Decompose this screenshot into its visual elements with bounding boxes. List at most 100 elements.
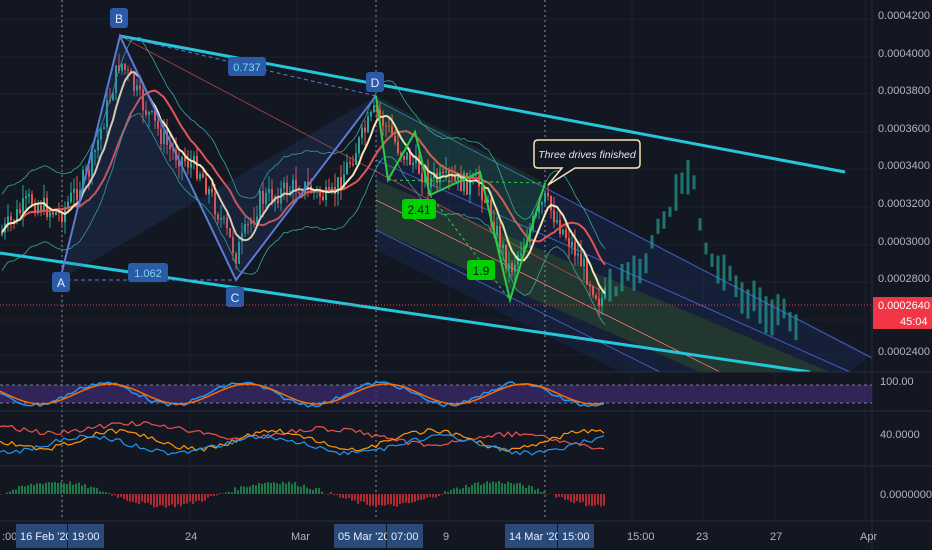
histogram-bar bbox=[462, 488, 464, 494]
projected-candle bbox=[662, 211, 666, 229]
abcd-pattern bbox=[59, 33, 377, 282]
histogram-bar bbox=[465, 484, 467, 494]
candle-body bbox=[577, 253, 579, 256]
histogram-bar bbox=[240, 486, 242, 494]
candle-body bbox=[541, 202, 543, 205]
histogram-bar bbox=[264, 482, 266, 494]
candle-body bbox=[547, 192, 549, 197]
svg-text:100.00: 100.00 bbox=[880, 376, 914, 388]
histogram-bar bbox=[576, 494, 578, 501]
histogram-bar bbox=[177, 494, 179, 505]
histogram-bar bbox=[450, 489, 452, 494]
histogram-bar bbox=[543, 491, 545, 494]
histogram-bar bbox=[369, 494, 371, 507]
histogram-bar bbox=[435, 494, 437, 498]
trading-chart[interactable]: B A C D 0.737 1.062 2.41 1.9 Three drive… bbox=[0, 0, 932, 550]
projected-candle bbox=[710, 253, 714, 267]
histogram-bar bbox=[441, 494, 443, 495]
ratio-label-drive2: 1.9 bbox=[467, 260, 495, 280]
histogram-bar bbox=[579, 494, 581, 503]
svg-text:0.0002400: 0.0002400 bbox=[878, 346, 930, 358]
histogram-bar bbox=[216, 494, 218, 496]
histogram-bar bbox=[93, 487, 95, 494]
oscillator-axis: 100.00 40.0000 0.0000000 bbox=[880, 376, 932, 501]
histogram-bar bbox=[603, 494, 605, 506]
histogram-bar bbox=[12, 489, 14, 494]
histogram-bar bbox=[594, 494, 596, 506]
svg-text:C: C bbox=[231, 291, 240, 305]
histogram-bar bbox=[336, 494, 338, 495]
histogram-bar bbox=[405, 494, 407, 503]
histogram-bar bbox=[267, 482, 269, 494]
histogram-bar bbox=[495, 482, 497, 494]
candle-body bbox=[199, 173, 201, 179]
histogram-bar bbox=[57, 482, 59, 494]
histogram-bar bbox=[456, 487, 458, 494]
histogram-bar bbox=[66, 483, 68, 494]
histogram-bar bbox=[471, 484, 473, 494]
projected-candle bbox=[752, 280, 756, 312]
histogram-bar bbox=[372, 494, 374, 506]
histogram-bar bbox=[438, 494, 440, 496]
histogram-bar bbox=[249, 486, 251, 494]
histogram-bar bbox=[315, 487, 317, 494]
histogram-bar bbox=[24, 486, 26, 494]
candle-body bbox=[412, 162, 414, 165]
histogram-bar bbox=[294, 482, 296, 494]
histogram-bar bbox=[312, 489, 314, 494]
candle-body bbox=[358, 137, 360, 154]
histogram-bar bbox=[237, 490, 239, 494]
histogram-bar bbox=[60, 482, 62, 494]
histogram-bar bbox=[192, 494, 194, 504]
histogram-bar bbox=[582, 494, 584, 502]
svg-text:14 Mar '20: 14 Mar '20 bbox=[509, 531, 561, 543]
candle-body bbox=[76, 188, 78, 200]
svg-text::00: :00 bbox=[2, 531, 17, 543]
point-label-b: B bbox=[110, 8, 128, 28]
histogram-bar bbox=[375, 494, 377, 508]
histogram-bar bbox=[282, 481, 284, 494]
candle-body bbox=[580, 253, 582, 267]
histogram-bar bbox=[342, 494, 344, 499]
histogram-bar bbox=[165, 494, 167, 508]
candle-body bbox=[346, 162, 348, 175]
histogram-bar bbox=[156, 494, 158, 508]
histogram-bar bbox=[276, 483, 278, 494]
svg-text:Apr: Apr bbox=[860, 531, 877, 543]
projected-candle bbox=[644, 253, 648, 274]
histogram-bar bbox=[381, 494, 383, 506]
projected-candle bbox=[722, 254, 726, 291]
histogram-bar bbox=[126, 494, 128, 501]
histogram-bar bbox=[453, 488, 455, 494]
histogram-bar bbox=[69, 481, 71, 494]
candle-body bbox=[583, 259, 585, 267]
histogram-bar bbox=[333, 494, 335, 496]
point-label-a: A bbox=[52, 272, 70, 292]
candle-body bbox=[475, 175, 477, 177]
histogram-bar bbox=[9, 491, 11, 494]
histogram-bar bbox=[519, 482, 521, 494]
histogram-bar bbox=[348, 494, 350, 499]
histogram-bar bbox=[75, 483, 77, 494]
histogram-bar bbox=[231, 492, 233, 494]
histogram-bar bbox=[30, 483, 32, 494]
histogram-bar bbox=[306, 487, 308, 494]
candle-body bbox=[421, 173, 423, 183]
candle-body bbox=[355, 153, 357, 165]
candle-body bbox=[592, 286, 594, 296]
candle-body bbox=[196, 156, 198, 179]
histogram-bar bbox=[591, 494, 593, 507]
histogram-bar bbox=[555, 494, 557, 498]
histogram-bar bbox=[510, 482, 512, 494]
projected-candle bbox=[782, 298, 786, 319]
candle-body bbox=[73, 188, 75, 193]
candle-body bbox=[331, 187, 333, 189]
histogram-bar bbox=[138, 494, 140, 505]
histogram-bar bbox=[117, 494, 119, 499]
histogram-bar bbox=[492, 481, 494, 494]
histogram-bar bbox=[411, 494, 413, 503]
svg-text:24: 24 bbox=[185, 531, 197, 543]
histogram-bar bbox=[567, 494, 569, 500]
candle-body bbox=[586, 259, 588, 285]
histogram-bar bbox=[285, 483, 287, 494]
